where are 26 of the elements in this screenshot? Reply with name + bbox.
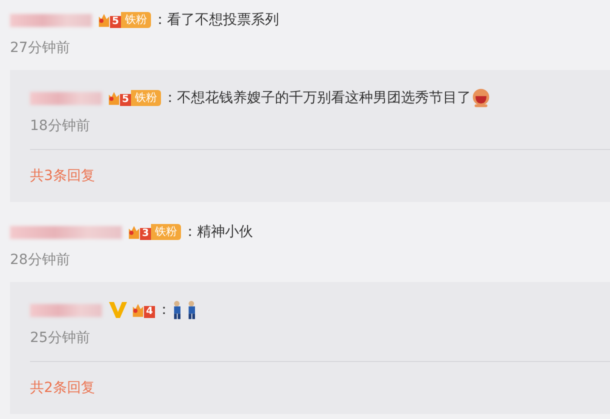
crown-icon	[108, 90, 120, 106]
fan-label: 铁粉	[150, 224, 181, 240]
colon-text: ：	[182, 223, 197, 241]
more-replies-link[interactable]: 共3条回复	[30, 150, 95, 202]
reply-time: 25分钟前	[30, 329, 91, 348]
comment-text: 精神小伙	[196, 223, 253, 241]
level-number: 4	[144, 306, 155, 318]
level-number: 5	[110, 16, 121, 28]
colon-text: ：	[162, 89, 177, 107]
level-number: 3	[140, 228, 151, 240]
fan-label: 铁粉	[120, 12, 151, 28]
level-number: 5	[120, 94, 131, 106]
blurred-name-drawing	[30, 92, 102, 104]
crown-icon	[98, 12, 110, 28]
crown-icon	[132, 302, 144, 318]
fan-label: 铁粉	[130, 90, 161, 106]
colon-text: ：	[152, 11, 167, 29]
comment-time: 28分钟前	[10, 251, 71, 270]
comment-time: 27分钟前	[10, 39, 71, 58]
colon-text: ：	[156, 301, 171, 319]
more-replies-link[interactable]: 共2条回复	[30, 362, 95, 414]
reply-text: 不想花钱养嫂子的千万别看这种男团选秀节目了	[176, 89, 471, 107]
blurred-name-drawing	[30, 304, 102, 316]
crown-icon	[128, 224, 140, 240]
comment-text: 看了不想投票系列	[166, 11, 279, 29]
reply-time: 18分钟前	[30, 117, 91, 136]
